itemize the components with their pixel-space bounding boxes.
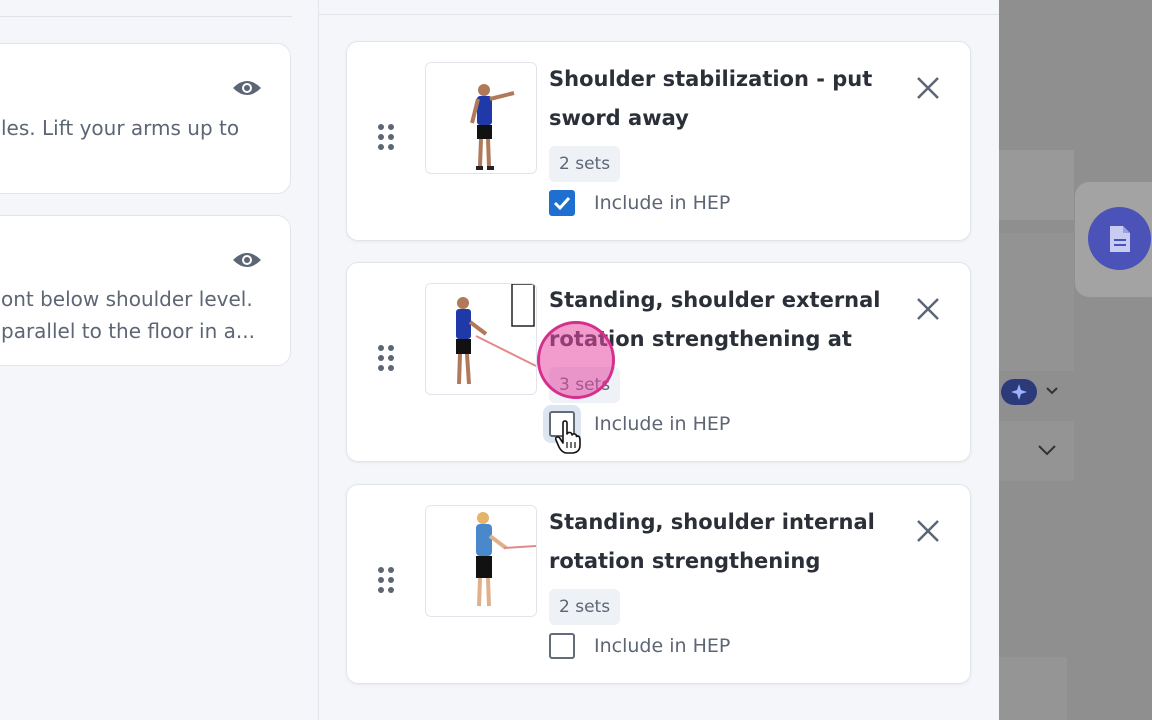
exercise-thumbnail (425, 283, 537, 395)
hand-cursor-icon (555, 420, 581, 454)
document-icon (1110, 226, 1130, 252)
click-indicator (537, 321, 615, 399)
include-in-hep-checkbox[interactable] (549, 633, 575, 659)
include-in-hep-checkbox[interactable] (549, 190, 575, 216)
chevron-down-icon[interactable] (1037, 443, 1057, 457)
drag-handle-icon[interactable] (378, 345, 394, 373)
sets-badge: 2 sets (549, 146, 621, 182)
exercise-card[interactable]: Standing, shoulder external rotation str… (346, 262, 971, 462)
include-in-hep-label[interactable]: Include in HEP (594, 411, 730, 437)
exercise-title: Standing, shoulder internal rotation str… (549, 510, 875, 573)
divider (319, 14, 999, 15)
selected-exercises-panel: Shoulder stabilization - put sword away … (319, 0, 999, 720)
eye-icon[interactable] (232, 77, 262, 99)
checkmark-icon (553, 196, 571, 211)
dimmed-select[interactable] (999, 421, 1074, 481)
document-button[interactable] (1088, 207, 1151, 270)
exercise-title: Shoulder stabilization - put sword away (549, 67, 873, 130)
library-card[interactable]: ont below shoulder level. parallel to th… (0, 215, 291, 366)
exercise-card[interactable]: Standing, shoulder internal rotation str… (346, 484, 971, 684)
exercise-thumbnail (425, 505, 537, 617)
drag-handle-icon[interactable] (378, 124, 394, 152)
sets-badge: 2 sets (549, 589, 621, 625)
close-icon[interactable] (916, 297, 940, 321)
close-icon[interactable] (916, 76, 940, 100)
eye-icon[interactable] (232, 249, 262, 271)
exercise-card[interactable]: Shoulder stabilization - put sword away … (346, 41, 971, 241)
close-icon[interactable] (916, 519, 940, 543)
dimmed-block (999, 150, 1074, 220)
dimmed-side-panel (999, 0, 1152, 720)
dimmed-textarea (999, 233, 1074, 371)
chevron-down-icon[interactable] (1045, 385, 1059, 397)
exercise-library-panel: les. Lift your arms up to ont below shou… (0, 0, 319, 720)
sparkle-icon[interactable] (1001, 379, 1037, 405)
include-in-hep-label[interactable]: Include in HEP (594, 190, 730, 216)
dimmed-block (999, 657, 1067, 720)
library-card-description-line2: parallel to the floor in a... (1, 319, 255, 343)
library-card-description: ont below shoulder level. (1, 287, 253, 311)
ai-toolbar[interactable] (999, 377, 1074, 407)
include-in-hep-label[interactable]: Include in HEP (594, 633, 730, 659)
divider (0, 16, 292, 17)
library-card-description: les. Lift your arms up to (1, 116, 240, 140)
drag-handle-icon[interactable] (378, 567, 394, 595)
library-card[interactable]: les. Lift your arms up to (0, 43, 291, 194)
exercise-thumbnail (425, 62, 537, 174)
